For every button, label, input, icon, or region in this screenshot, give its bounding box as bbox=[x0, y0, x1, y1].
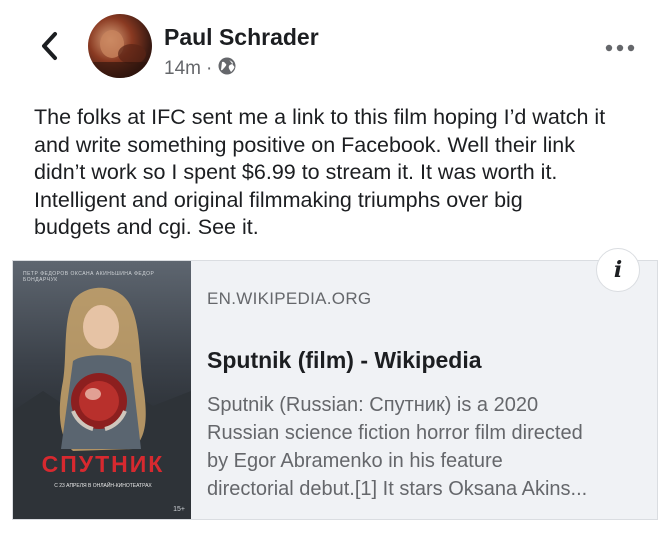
poster-title: СПУТНИК bbox=[41, 451, 165, 477]
avatar[interactable] bbox=[88, 14, 152, 78]
post-header: Paul Schrader 14m · bbox=[0, 0, 672, 90]
meta-separator: · bbox=[205, 58, 213, 79]
link-domain: EN.WIKIPEDIA.ORG bbox=[207, 289, 372, 308]
post-timestamp[interactable]: 14m bbox=[164, 58, 201, 80]
post-meta: 14m · bbox=[164, 56, 237, 82]
link-title[interactable]: Sputnik (film) - Wikipedia bbox=[207, 347, 482, 374]
info-icon[interactable]: i bbox=[596, 248, 640, 292]
back-button[interactable] bbox=[30, 28, 70, 68]
more-options-button[interactable] bbox=[600, 34, 640, 62]
post-body-text: The folks at IFC sent me a link to this … bbox=[34, 105, 606, 239]
chevron-left-icon bbox=[39, 31, 61, 66]
poster-image: ПЕТР ФЕДОРОВ ОКСАНА АКИНЬШИНА ФЕДОР БОНД… bbox=[13, 261, 191, 519]
poster-age-rating: 15+ bbox=[173, 506, 185, 513]
author-name[interactable]: Paul Schrader bbox=[164, 24, 319, 51]
link-preview-card[interactable]: ПЕТР ФЕДОРОВ ОКСАНА АКИНЬШИНА ФЕДОР БОНД… bbox=[12, 260, 658, 520]
poster-release-line: С 23 АПРЕЛЯ В ОНЛАЙН-КИНОТЕАТРАХ bbox=[54, 483, 152, 489]
link-description: Sputnik (Russian: Спутник) is a 2020 Rus… bbox=[207, 394, 588, 500]
poster-cast-names: ПЕТР ФЕДОРОВ ОКСАНА АКИНЬШИНА ФЕДОР БОНД… bbox=[23, 271, 155, 283]
globe-icon[interactable] bbox=[217, 56, 237, 82]
info-icon-glyph: i bbox=[613, 257, 623, 283]
more-horizontal-icon bbox=[605, 39, 635, 57]
